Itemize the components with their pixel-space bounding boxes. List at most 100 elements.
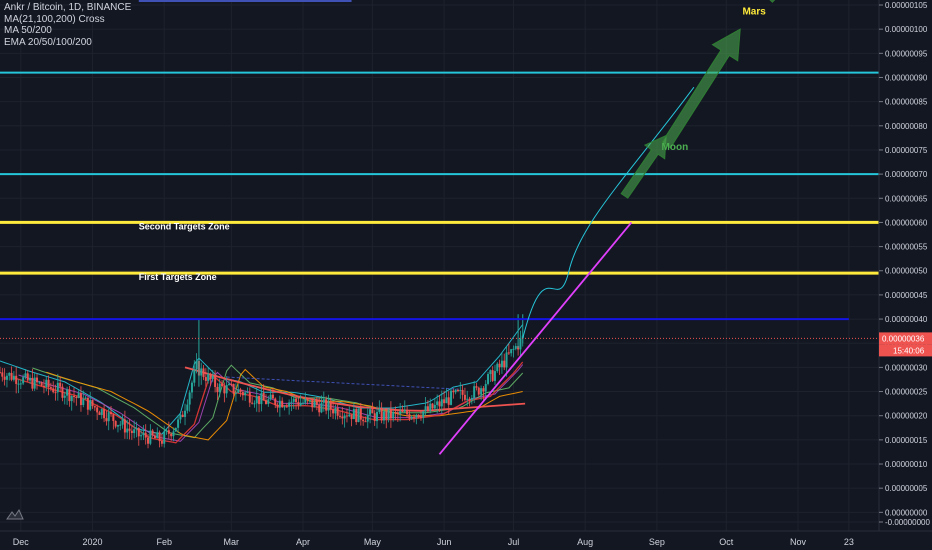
candle-body xyxy=(214,375,217,387)
candle-body xyxy=(63,395,66,398)
candle-body xyxy=(45,379,48,388)
candle-body xyxy=(514,346,517,349)
candle-body xyxy=(56,382,59,393)
candle-body xyxy=(327,401,330,411)
candle-body xyxy=(399,411,402,415)
candle-body xyxy=(295,398,298,403)
candle-body xyxy=(431,403,434,409)
candle-body xyxy=(369,409,372,415)
price-axis-label: 0.00000095 xyxy=(885,49,928,58)
candle-body xyxy=(49,387,52,389)
candle-body xyxy=(103,409,106,419)
candle-body xyxy=(253,403,256,405)
level-label: Second Targets Zone xyxy=(139,221,230,231)
price-axis-label: 0.00000065 xyxy=(885,194,928,203)
candle-body xyxy=(355,409,358,423)
price-chart[interactable]: Second Targets Zone First Targets Zone Moo… xyxy=(0,0,932,550)
candle-body xyxy=(170,433,173,437)
candle-body xyxy=(244,392,247,396)
candle-body xyxy=(470,398,473,401)
candle-body xyxy=(373,413,376,422)
candle-body xyxy=(348,414,351,417)
time-axis-label: Jun xyxy=(437,537,452,547)
time-axis-label: Aug xyxy=(577,537,593,547)
candle-body xyxy=(362,419,365,422)
legend-symbol: Ankr / Bitcoin, 1D, BINANCE xyxy=(4,2,132,13)
candle-body xyxy=(376,411,379,422)
candle-body xyxy=(135,427,138,430)
candle-body xyxy=(195,360,198,370)
candle-body xyxy=(114,420,117,427)
candle-body xyxy=(237,389,240,393)
price-axis-label: 0.00000005 xyxy=(885,484,928,493)
candle-body xyxy=(140,435,143,437)
candle-body xyxy=(426,406,429,411)
candle-body xyxy=(73,396,76,398)
candle-body xyxy=(357,408,360,423)
candle-body xyxy=(313,401,316,408)
candle-body xyxy=(248,392,251,403)
time-axis-label: Dec xyxy=(13,537,30,547)
candle-body xyxy=(461,389,464,395)
price-axis-label: 0.00000080 xyxy=(885,122,928,131)
candle-body xyxy=(304,399,307,403)
level-label: First Targets Zone xyxy=(139,272,217,282)
moon-label: Moon xyxy=(662,142,689,153)
candle-body xyxy=(158,432,161,442)
candle-body xyxy=(487,374,490,384)
candle-body xyxy=(445,397,448,404)
price-axis-label: 0.00000030 xyxy=(885,363,928,372)
candle-body xyxy=(105,418,108,422)
candle-body xyxy=(473,386,476,399)
candle-body xyxy=(144,432,147,438)
candle-body xyxy=(211,375,214,380)
price-axis-label: 0.00000085 xyxy=(885,98,928,107)
candle-body xyxy=(0,372,1,374)
candle-body xyxy=(493,371,496,381)
candle-body xyxy=(188,392,191,405)
tradingview-logo-icon[interactable] xyxy=(6,508,24,520)
candle-body xyxy=(352,409,355,420)
candle-body xyxy=(216,386,219,393)
candle-body xyxy=(22,377,25,384)
candle-body xyxy=(107,412,110,422)
candle-body xyxy=(123,419,126,433)
price-axis-label: 0.00000045 xyxy=(885,291,928,300)
candle-body xyxy=(297,402,300,406)
candle-body xyxy=(281,400,284,408)
candle-body xyxy=(387,409,390,420)
candle-body xyxy=(477,387,480,395)
candle-body xyxy=(24,373,27,378)
candle-body xyxy=(66,389,69,396)
candle-body xyxy=(160,441,163,444)
candle-body xyxy=(440,399,443,407)
legend-indicator-ma: MA 50/200 xyxy=(4,25,52,36)
candle-body xyxy=(12,375,15,380)
candle-body xyxy=(339,415,342,417)
price-axis-label: 0.00000075 xyxy=(885,146,928,155)
candle-body xyxy=(475,386,478,388)
candle-body xyxy=(227,383,230,385)
price-axis-label: 0.00000100 xyxy=(885,25,928,34)
candle-body xyxy=(443,399,446,404)
candle-body xyxy=(454,389,457,393)
candle-body xyxy=(130,430,133,434)
candle-body xyxy=(75,397,78,399)
candle-body xyxy=(190,382,193,393)
candle-body xyxy=(466,398,469,400)
candle-body xyxy=(26,373,29,381)
candle-body xyxy=(42,385,45,388)
candle-body xyxy=(241,392,244,396)
candle-body xyxy=(336,407,339,416)
candle-body xyxy=(15,375,18,384)
candle-body xyxy=(276,404,279,408)
candle-body xyxy=(503,360,506,368)
candle-body xyxy=(436,401,439,405)
price-axis-label: 0.00000105 xyxy=(885,1,928,10)
candle-body xyxy=(484,383,487,392)
candle-body xyxy=(149,430,152,444)
candle-body xyxy=(438,401,441,407)
candle-body xyxy=(207,373,210,381)
candle-body xyxy=(325,399,328,411)
candle-body xyxy=(389,409,392,419)
